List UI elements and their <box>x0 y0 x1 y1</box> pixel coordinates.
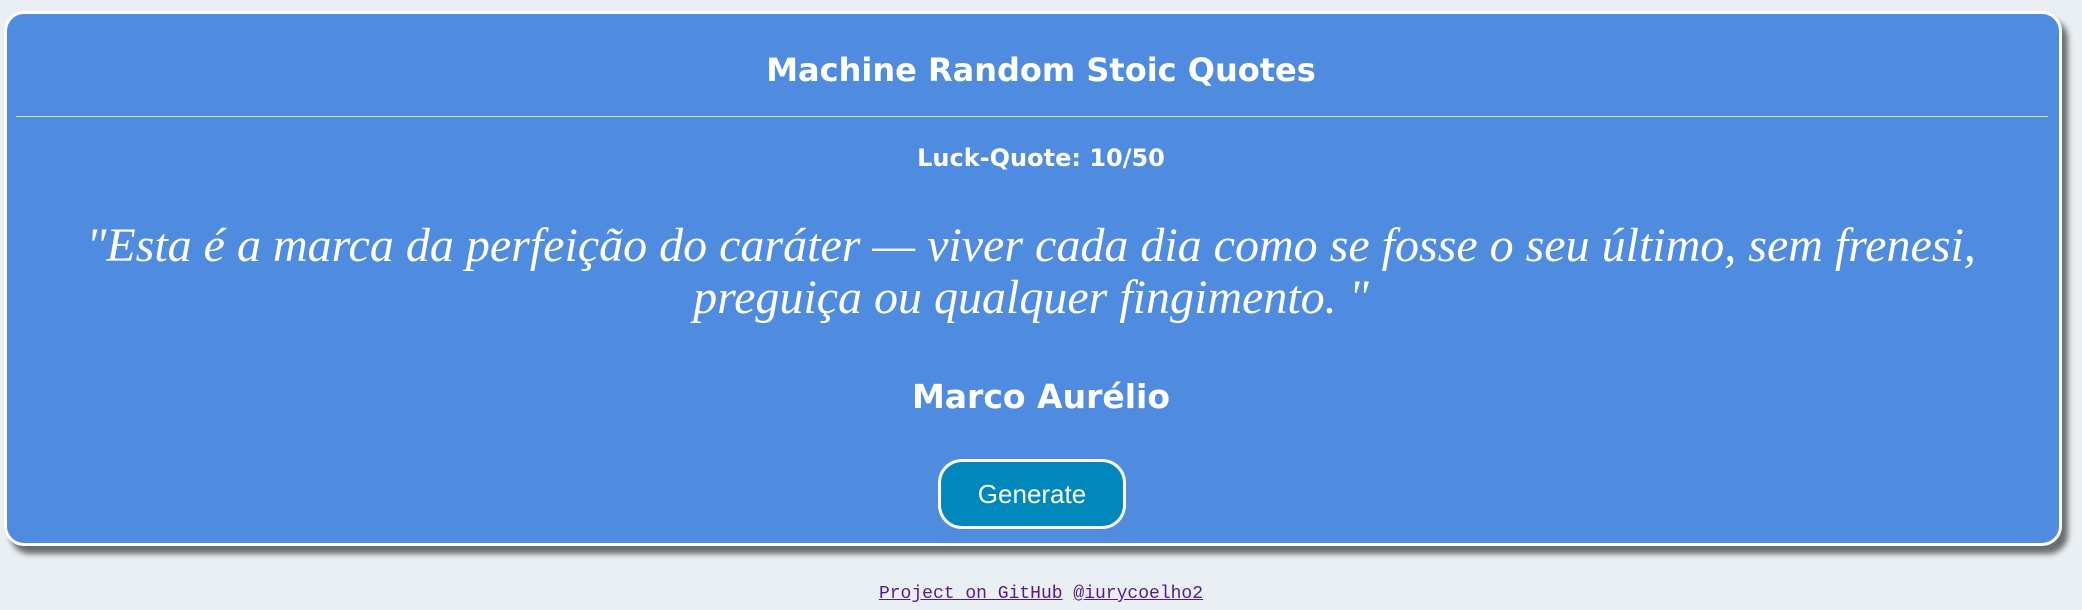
github-project-link[interactable]: Project on GitHub <box>879 584 1063 604</box>
quote-counter: Luck-Quote: 10/50 <box>917 144 1165 172</box>
title-divider <box>16 116 2048 117</box>
app-title: Machine Random Stoic Quotes <box>766 51 1316 89</box>
generate-button[interactable]: Generate <box>938 459 1126 529</box>
footer: Project on GitHub @iurycoelho2 <box>0 583 2082 605</box>
quote-text: "Esta é a marca da perfeição do caráter … <box>86 219 1976 324</box>
quote-author: Marco Aurélio <box>911 377 1171 416</box>
author-handle-link[interactable]: @iurycoelho2 <box>1073 584 1203 604</box>
